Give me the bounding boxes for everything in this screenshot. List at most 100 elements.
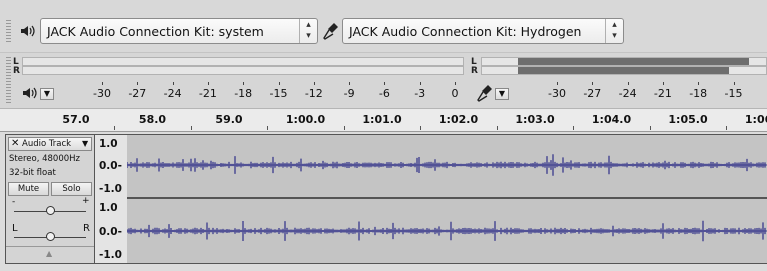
- timeline-label: 58.0: [138, 113, 167, 126]
- ch1-min-label: -1.0: [99, 183, 122, 195]
- meter-scale-label: -3: [414, 87, 426, 100]
- output-device-value: JACK Audio Connection Kit: system: [47, 24, 264, 39]
- meter-scale-tick: [137, 82, 139, 85]
- meter-scale-tick: [455, 82, 456, 85]
- meter-scale-label: -12: [304, 87, 323, 100]
- input-device-value: JACK Audio Connection Kit: Hydrogen: [349, 24, 582, 39]
- input-device-select[interactable]: JACK Audio Connection Kit: Hydrogen ▴ ▾: [342, 18, 624, 44]
- meter-scale-tick: [278, 82, 280, 85]
- select-arrows-icon: ▴ ▾: [605, 19, 623, 43]
- timeline-ruler[interactable]: 57.0 58.0 59.0 1:00.0 1:01.0 1:02.0 1:03.0 1:04…: [0, 108, 767, 132]
- gain-plus-label: +: [82, 196, 90, 206]
- meter-scale-tick: [557, 82, 558, 85]
- meter-scale-tick: [313, 82, 315, 85]
- meter-scale-label: -18: [234, 87, 253, 100]
- meter-scale-label: -24: [163, 87, 182, 100]
- meter-scale-tick: [733, 82, 735, 85]
- recording-meter-left-fill: [518, 58, 749, 65]
- meter-scale-tick: [102, 82, 103, 85]
- meter-scale-label: -15: [724, 87, 743, 100]
- gain-minus-label: -: [12, 197, 16, 207]
- track-title-bar[interactable]: ✕ Audio Track ▼: [8, 137, 92, 151]
- track-name[interactable]: Audio Track: [22, 139, 71, 149]
- gain-slider-thumb[interactable]: [46, 206, 55, 215]
- microphone-icon[interactable]: [476, 83, 494, 103]
- timeline-label: 1:05.0: [668, 113, 708, 126]
- meter-scale-label: -15: [269, 87, 288, 100]
- mute-button[interactable]: Mute: [8, 182, 49, 196]
- collapse-track-icon[interactable]: ▲: [46, 249, 52, 258]
- device-toolbar: JACK Audio Connection Kit: system ▴ ▾ JAC…: [0, 0, 767, 52]
- track-format-depth: 32-bit float: [9, 168, 56, 178]
- timeline-label: 1:06.0: [744, 113, 767, 126]
- timeline-label: 1:03.0: [515, 113, 555, 126]
- meter-scale-label: 0: [451, 87, 459, 100]
- meter-scale-tick: [207, 82, 209, 85]
- timeline-label: 1:00.0: [285, 113, 326, 126]
- toolbar-grip[interactable]: [6, 57, 11, 105]
- recording-meter-menu-button[interactable]: ▼: [495, 88, 509, 100]
- timeline-tick: [726, 126, 727, 130]
- timeline-tick: [496, 126, 498, 130]
- meter-scale-label: -21: [653, 87, 672, 100]
- recording-channel-right: R: [471, 66, 478, 76]
- select-arrows-icon: ▴ ▾: [299, 19, 317, 43]
- meter-scale-tick: [627, 82, 629, 85]
- ch2-min-label: -1.0: [99, 249, 122, 261]
- playback-meter-menu-button[interactable]: ▼: [40, 88, 54, 100]
- meter-toolbar: L R ▼ -30 -27 -24 -21 -18 -15 -12 -9 -6 -3 0 L R ▼…: [0, 52, 767, 108]
- waveform-display[interactable]: [126, 135, 767, 263]
- timeline-label: 1:01.0: [362, 113, 402, 126]
- playback-meter-left: [22, 57, 464, 66]
- meter-scale-tick: [349, 82, 351, 85]
- timeline-tick: [343, 126, 345, 130]
- output-device-select[interactable]: JACK Audio Connection Kit: system ▴ ▾: [40, 18, 318, 44]
- timeline-tick: [573, 126, 574, 130]
- ch2-max-label: 1.0: [99, 202, 118, 214]
- playback-meter-right: [22, 66, 464, 75]
- meter-scale-label: -21: [198, 87, 217, 100]
- timeline-tick: [649, 126, 651, 130]
- pan-right-label: R: [83, 223, 90, 234]
- timeline-tick: [267, 126, 268, 130]
- recording-meter-left: [481, 57, 767, 66]
- microphone-icon: [323, 23, 338, 40]
- waveform-area[interactable]: [126, 134, 767, 264]
- meter-scale-label: -27: [128, 87, 147, 100]
- pan-left-label: L: [12, 223, 18, 234]
- amplitude-ruler[interactable]: 1.0 0.0- -1.0 1.0 0.0- -1.0: [95, 134, 127, 264]
- toolbar-grip[interactable]: [6, 20, 11, 42]
- ch2-zero-label: 0.0-: [99, 226, 122, 238]
- pan-slider-thumb[interactable]: [46, 232, 55, 241]
- ch1-zero-label: 0.0-: [99, 160, 122, 172]
- meter-scale-label: -24: [618, 87, 637, 100]
- solo-button[interactable]: Solo: [51, 182, 92, 196]
- timeline-tick: [190, 126, 192, 130]
- track-control-panel: ✕ Audio Track ▼ Stereo, 48000Hz 32-bit f…: [5, 134, 95, 264]
- meter-scale-label: -27: [583, 87, 602, 100]
- timeline-label: 1:04.0: [591, 113, 632, 126]
- meter-scale-label: -30: [548, 87, 566, 100]
- meter-scale-tick: [243, 82, 245, 85]
- meter-scale-label: -6: [378, 87, 390, 100]
- speaker-icon: [21, 25, 35, 37]
- timeline-label: 57.0: [62, 113, 90, 126]
- timeline-tick: [420, 126, 421, 130]
- meter-scale-label: -9: [343, 87, 355, 100]
- meter-scale-tick: [592, 82, 594, 85]
- meter-scale-label: -30: [93, 87, 111, 100]
- meter-scale-label: -18: [689, 87, 708, 100]
- meter-scale-tick: [698, 82, 700, 85]
- track-menu-icon[interactable]: ▼: [82, 139, 88, 148]
- ch1-max-label: 1.0: [99, 138, 118, 150]
- close-track-icon[interactable]: ✕: [11, 138, 19, 149]
- recording-meter-right-fill: [518, 67, 729, 74]
- recording-meter-right: [481, 66, 767, 75]
- meter-scale-tick: [662, 82, 664, 85]
- playback-channel-right: R: [13, 66, 20, 76]
- meter-scale-tick: [172, 82, 174, 85]
- meter-scale-tick: [419, 82, 421, 85]
- timeline-tick: [114, 126, 115, 130]
- meter-scale-tick: [384, 82, 386, 85]
- speaker-icon[interactable]: [22, 86, 38, 100]
